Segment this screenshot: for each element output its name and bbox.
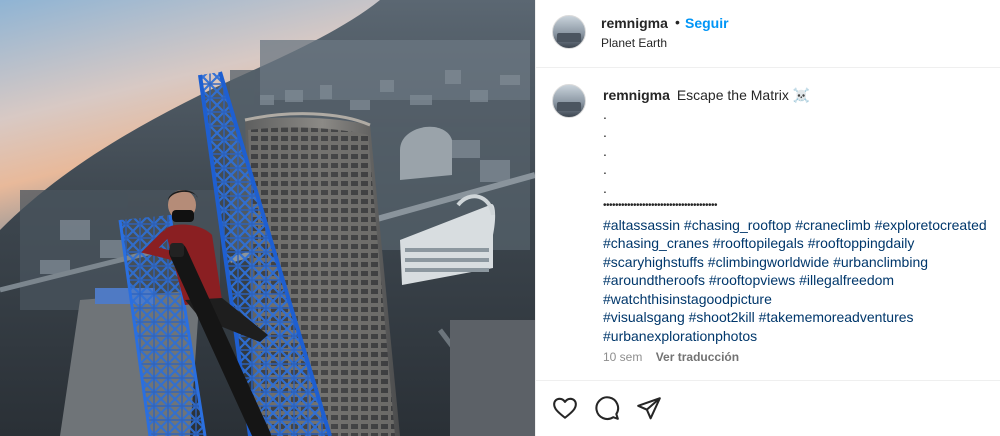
caption-dot: . — [603, 105, 607, 122]
header-username[interactable]: remnigma — [601, 15, 668, 31]
post-container: remnigma • Seguir Planet Earth remnigma … — [0, 0, 1000, 436]
caption: remnigma Escape the Matrix ☠️ . . . . . … — [603, 86, 998, 345]
caption-bullets: •••••••••••••••••••••••••••••••••••••• — [603, 200, 718, 211]
caption-username[interactable]: remnigma — [603, 87, 670, 103]
share-icon[interactable] — [636, 395, 662, 421]
hashtag-line[interactable]: #urbanexplorationphotos — [603, 327, 998, 346]
caption-dot: . — [603, 179, 607, 196]
translate-button[interactable]: Ver traducción — [656, 350, 739, 364]
hashtag-line[interactable]: #scaryhighstuffs #climbingworldwide #urb… — [603, 253, 998, 272]
hashtag-line[interactable]: #altassassin #chasing_rooftop #craneclim… — [603, 216, 998, 235]
follow-button[interactable]: Seguir — [685, 15, 729, 31]
heart-icon[interactable] — [552, 395, 578, 421]
comment-icon[interactable] — [594, 395, 620, 421]
post-sidebar: remnigma • Seguir Planet Earth remnigma … — [535, 0, 1000, 436]
location-link[interactable]: Planet Earth — [601, 36, 667, 50]
hashtag-line[interactable]: #chasing_cranes #rooftopilegals #rooftop… — [603, 234, 998, 253]
hashtag-list: #altassassin #chasing_rooftop #craneclim… — [603, 216, 998, 346]
hashtag-line[interactable]: #visualsgang #shoot2kill #takememoreadve… — [603, 308, 998, 327]
post-header: remnigma • Seguir Planet Earth — [536, 0, 1000, 68]
caption-meta: 10 sem Ver traducción — [603, 350, 739, 364]
rooftop-crane-photo — [0, 0, 535, 436]
caption-text: Escape the Matrix ☠️ — [676, 87, 811, 103]
action-bar — [536, 380, 1000, 436]
separator-dot: • — [675, 14, 680, 30]
caption-avatar[interactable] — [552, 84, 586, 118]
hashtag-line[interactable]: #aroundtheroofs #rooftopviews #illegalfr… — [603, 271, 998, 290]
avatar[interactable] — [552, 15, 586, 49]
caption-dot: . — [603, 142, 607, 159]
post-photo[interactable] — [0, 0, 535, 436]
hashtag-line[interactable]: #watchthisinstagoodpicture — [603, 290, 998, 309]
caption-dot: . — [603, 124, 607, 140]
caption-dot: . — [603, 161, 607, 177]
time-ago[interactable]: 10 sem — [603, 350, 642, 364]
